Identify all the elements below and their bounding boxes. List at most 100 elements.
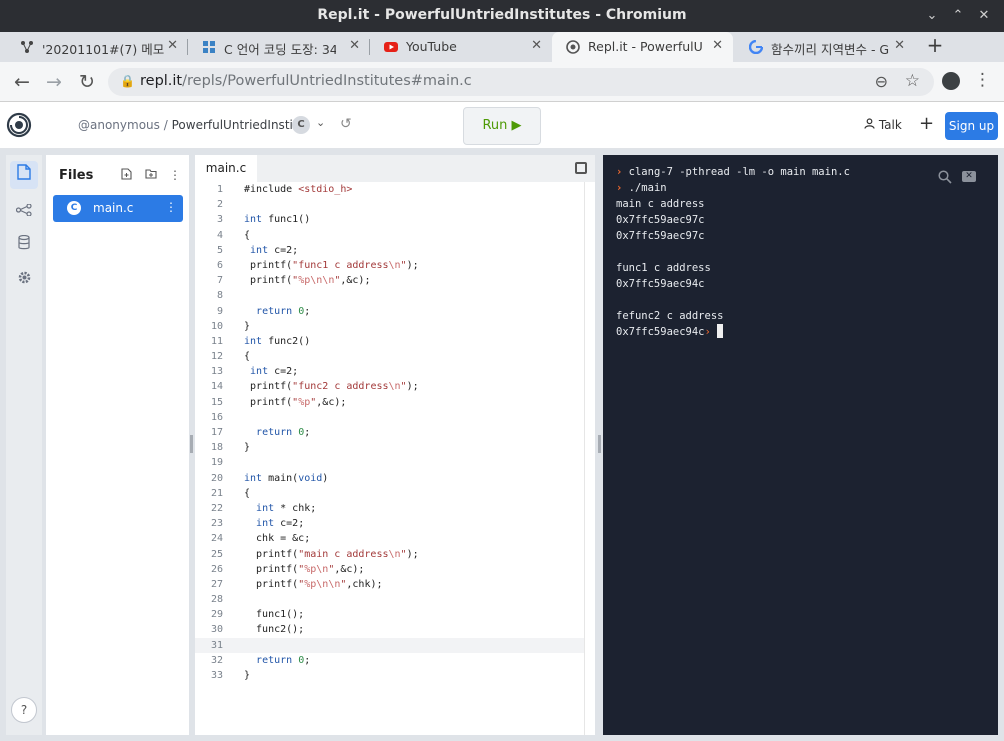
browser-tab-google[interactable]: 함수끼리 지역변수 - Go ✕ [735,32,915,62]
file-menu-icon[interactable]: ⋮ [165,200,177,214]
line-number: 9 [216,305,223,317]
files-menu-icon[interactable]: ⋮ [169,168,181,182]
new-folder-button[interactable] [145,168,157,182]
line-number: 24 [210,533,223,545]
code-line[interactable]: 14 printf("func2 c address\n"); [195,379,584,394]
code-line[interactable]: 33} [195,668,584,683]
console-pane[interactable]: › clang-7 -pthread -lm -o main main.c › .… [603,155,998,735]
console-output-line: 0x7ffc59aec94c [616,276,850,292]
talk-button[interactable]: Talk [864,118,902,132]
zoom-icon[interactable]: ⊖ [875,72,888,91]
code-line[interactable]: 26 printf("%p\n",&c); [195,562,584,577]
code-line[interactable]: 5 int c=2; [195,243,584,258]
line-number: 1 [216,184,223,195]
replit-logo-icon[interactable] [6,112,32,138]
code-editor: main.c 1 #include <stdio_h> 2 3 int func1() 4… [195,155,595,735]
code-line[interactable]: 22 int * chk; [195,501,584,516]
code-line[interactable]: 3 int func1() [195,212,584,227]
code-line[interactable]: 4{ [195,228,584,243]
code-line[interactable]: 23 int c=2; [195,516,584,531]
address-bar[interactable]: 🔒 repl.it/repls/PowerfulUntriedInstitute… [108,68,934,96]
help-button[interactable]: ? [11,697,37,723]
editor-tab-main-c[interactable]: main.c [195,155,257,182]
new-tab-button[interactable]: + [924,33,946,57]
clear-console-icon[interactable]: ✕ [962,171,976,182]
files-sidebar-button[interactable] [10,161,38,189]
code-line[interactable]: 21 { [195,486,584,501]
maximize-button[interactable]: ⌃ [948,6,968,26]
settings-sidebar-button[interactable] [10,266,38,294]
share-sidebar-button[interactable] [10,197,38,225]
code-line[interactable]: 30 func2(); [195,622,584,637]
history-icon[interactable]: ↺ [340,116,352,132]
code-line[interactable]: 11 int func2() [195,334,584,349]
code-line[interactable]: 17 return 0; [195,425,584,440]
close-tab-icon[interactable]: ✕ [531,38,542,53]
code-line[interactable]: 9 return 0; [195,304,584,319]
code-line[interactable]: 13 int c=2; [195,364,584,379]
user-link[interactable]: @anonymous [78,118,160,132]
code-line[interactable]: 6 printf("func1 c address\n"); [195,258,584,273]
code-line[interactable]: 20 int main(void) [195,471,584,486]
browser-menu-icon[interactable]: ⋮ [974,70,991,90]
share-icon [15,203,32,217]
close-tab-icon[interactable]: ✕ [712,38,723,53]
code-line[interactable]: 16 [195,410,584,425]
browser-tab-replit[interactable]: Repl.it - PowerfulUnt ✕ [552,32,733,62]
reload-button[interactable]: ↻ [75,70,99,94]
line-source: int c=2; [250,366,299,378]
code-line[interactable]: 24 chk = &c; [195,531,584,546]
bookmark-star-icon[interactable]: ☆ [905,71,920,91]
code-line[interactable]: 29 func1(); [195,607,584,622]
code-line[interactable]: 25 printf("main c address\n"); [195,547,584,562]
new-file-icon [121,168,132,180]
browser-tab-youtube[interactable]: YouTube ✕ [370,32,552,62]
code-area[interactable]: 1 #include <stdio_h> 2 3 int func1() 4{5 int … [195,182,584,683]
browser-tab-dojang[interactable]: C 언어 코딩 도장: 34.1 ✕ [188,32,370,62]
back-button[interactable]: ← [10,70,34,94]
code-line[interactable]: 7 printf("%p\n\n",&c); [195,273,584,288]
language-c-icon[interactable]: C [292,116,310,134]
run-button[interactable]: Run ▶ [463,107,541,145]
code-line[interactable]: 32 return 0; [195,653,584,668]
code-line[interactable]: 28 [195,592,584,607]
line-number: 19 [210,457,223,469]
code-line[interactable]: 12 { [195,349,584,364]
pane-resize-handle-left[interactable] [190,435,193,453]
line-number: 30 [210,624,223,636]
code-line[interactable]: 18} [195,440,584,455]
profile-avatar-icon[interactable] [942,72,960,90]
code-line[interactable]: 31 [195,637,584,653]
file-item-main-c[interactable]: C main.c ⋮ [53,195,183,222]
code-line[interactable]: 19 [195,455,584,470]
add-button[interactable]: + [919,113,934,134]
code-line[interactable]: 8 [195,288,584,303]
minimize-button[interactable]: ⌄ [922,6,942,26]
code-line[interactable]: 1 #include <stdio_h> [195,182,584,197]
prompt-arrow-icon: › [616,182,629,194]
close-tab-icon[interactable]: ✕ [167,38,178,53]
browser-tab-memo[interactable]: '20201101#(7) 메모리 ✕ [6,32,188,62]
close-window-button[interactable]: ✕ [974,6,994,26]
new-file-button[interactable] [121,168,132,183]
sign-up-button[interactable]: Sign up [945,112,998,140]
forward-button[interactable]: → [42,70,66,94]
database-sidebar-button[interactable] [10,231,38,259]
console-text: fefunc2 c address [616,310,724,322]
close-tab-icon[interactable]: ✕ [894,38,905,53]
code-line[interactable]: 15 printf("%p",&c); [195,395,584,410]
console-command-line: › ./main [616,180,850,196]
code-line[interactable]: 2 [195,197,584,212]
editor-scrollbar[interactable] [584,182,585,735]
lock-icon[interactable]: 🔒 [120,74,135,88]
code-line[interactable]: 27 printf("%p\n\n",chk); [195,577,584,592]
search-icon[interactable] [938,170,952,184]
chevron-down-icon[interactable]: ⌄ [316,116,325,129]
repl-name[interactable]: PowerfulUntriedInstit... [172,118,309,132]
pane-resize-handle-right[interactable] [598,435,601,453]
format-icon[interactable] [575,162,587,174]
code-line[interactable]: 10} [195,319,584,334]
close-tab-icon[interactable]: ✕ [349,38,360,53]
url-text[interactable]: repl.it/repls/PowerfulUntriedInstitutes#… [140,73,472,89]
console-cursor[interactable] [717,324,724,338]
